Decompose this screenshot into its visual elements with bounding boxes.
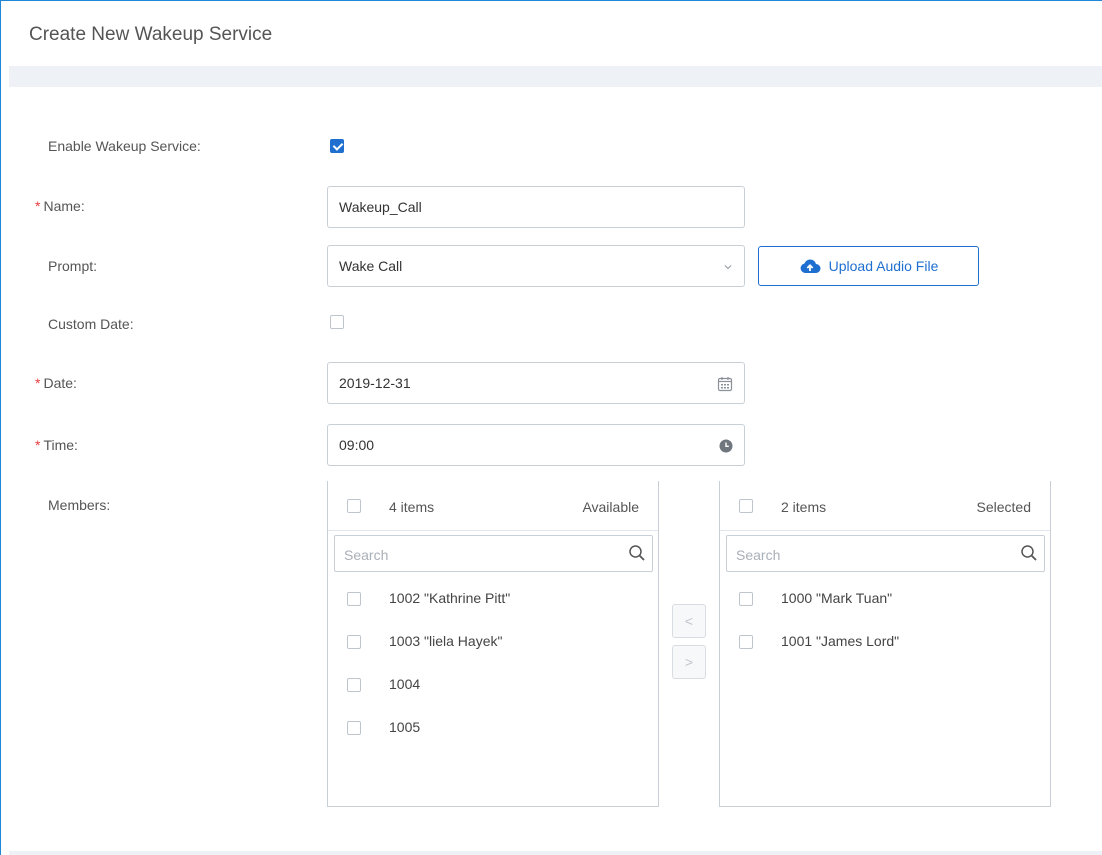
clock-icon[interactable] [719,425,733,465]
date-label: * Date: [35,375,77,391]
dialog-title: Create New Wakeup Service [29,24,273,45]
time-picker-input[interactable]: 09:00 [327,424,745,466]
selected-title: Selected [976,499,1031,515]
enable-wakeup-checkbox[interactable] [330,139,344,153]
cloud-upload-icon [800,259,821,273]
prompt-select-value: Wake Call [339,258,403,274]
list-item-checkbox[interactable] [347,721,361,735]
time-value: 09:00 [339,437,375,453]
move-right-button[interactable]: > [672,645,706,679]
search-icon [629,545,645,561]
move-left-button[interactable]: < [672,604,706,638]
available-title: Available [582,499,639,515]
list-item-checkbox[interactable] [739,592,753,606]
available-count: 4 items [389,499,435,515]
time-label: * Time: [35,437,78,453]
list-item-label: 1002 "Kathrine Pitt" [389,590,511,606]
selected-count: 2 items [781,499,827,515]
calendar-icon[interactable] [717,363,733,403]
search-icon [1021,545,1037,561]
custom-date-label: Custom Date: [48,316,134,332]
date-value: 2019-12-31 [339,375,411,391]
available-list-item[interactable]: 1002 "Kathrine Pitt" [328,583,658,613]
selected-search-input[interactable] [734,536,1018,573]
selected-panel: 2 items Selected 1000 "Mark Tuan" 1001 "… [719,481,1051,807]
selected-panel-header: 2 items Selected [720,481,1050,531]
list-item-label: 1003 "liela Hayek" [389,633,503,649]
date-picker-input[interactable]: 2019-12-31 [327,362,745,404]
custom-date-checkbox[interactable] [330,315,344,329]
enable-wakeup-label: Enable Wakeup Service: [48,138,201,154]
list-item-checkbox[interactable] [739,635,753,649]
list-item-label: 1004 [389,676,421,692]
upload-audio-file-label: Upload Audio File [828,258,939,274]
list-item-label: 1005 [389,719,421,735]
available-search-input[interactable] [342,536,626,573]
name-label: * Name: [35,198,85,214]
available-panel: 4 items Available 1002 "Kathrine Pitt" 1… [327,481,659,807]
list-item-checkbox[interactable] [347,635,361,649]
name-input-value: Wakeup_Call [339,199,422,215]
enable-wakeup-label-text: Enable Wakeup Service [48,138,197,154]
selected-list-item[interactable]: 1001 "James Lord" [720,626,1050,656]
available-panel-header: 4 items Available [328,481,658,531]
available-list-item[interactable]: 1004 [328,669,658,699]
selected-search [726,535,1045,573]
available-list-item[interactable]: 1003 "liela Hayek" [328,626,658,656]
chevron-down-icon [723,246,733,286]
prompt-label: Prompt: [48,258,98,274]
list-item-label: 1000 "Mark Tuan" [781,590,893,606]
selected-select-all-checkbox[interactable] [739,499,753,513]
footer-divider-band [9,851,1102,855]
available-search [334,535,653,573]
list-item-checkbox[interactable] [347,678,361,692]
available-list-item[interactable]: 1005 [328,712,658,742]
list-item-checkbox[interactable] [347,592,361,606]
name-input[interactable]: Wakeup_Call [327,186,745,228]
list-item-label: 1001 "James Lord" [781,633,900,649]
members-label: Members: [48,497,111,513]
available-select-all-checkbox[interactable] [347,499,361,513]
selected-list-item[interactable]: 1000 "Mark Tuan" [720,583,1050,613]
upload-audio-file-button[interactable]: Upload Audio File [758,246,979,286]
prompt-select[interactable]: Wake Call [327,245,745,287]
header-divider-band [9,66,1102,87]
